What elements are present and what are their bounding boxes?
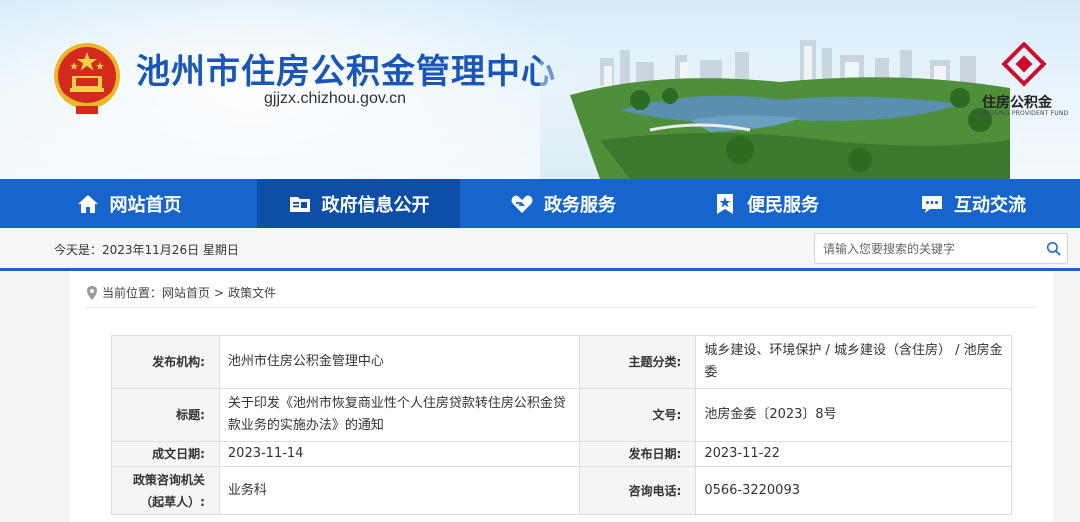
search-input[interactable] bbox=[823, 234, 1033, 263]
nav-item-label: 政府信息公开 bbox=[321, 194, 430, 216]
table-row: 成文日期: 2023-11-14 发布日期: 2023-11-22 bbox=[111, 441, 1012, 467]
brand-name: 住房公积金 bbox=[982, 95, 1052, 111]
breadcrumb: 当前位置： 网站首页 > 政策文件 bbox=[86, 284, 276, 301]
site-title: 池州市住房公积金管理中心 bbox=[136, 52, 556, 92]
breadcrumb-link-policy[interactable]: 政策文件 bbox=[228, 284, 276, 301]
city-lake-scenery-image bbox=[540, 0, 1010, 179]
current-date: 今天是：2023年11月26日 星期日 bbox=[54, 243, 239, 257]
nav-item-label: 网站首页 bbox=[109, 194, 182, 216]
nav-item-gov-service[interactable]: 政务服务 bbox=[460, 179, 666, 228]
search-icon[interactable] bbox=[1046, 241, 1061, 256]
consult-value: 业务科 bbox=[218, 466, 581, 515]
location-pin-icon bbox=[87, 285, 97, 300]
star-bookmark-icon bbox=[717, 193, 733, 214]
docno-value: 池房金委〔2023〕8号 bbox=[695, 388, 1012, 442]
housing-fund-logo-icon bbox=[1001, 42, 1047, 87]
topic-value: 城乡建设、环境保护 / 城乡建设（含住房） / 池房金委 bbox=[695, 335, 1012, 389]
breadcrumb-separator: > bbox=[214, 285, 225, 300]
nav-item-gov-info[interactable]: 政府信息公开 bbox=[257, 179, 460, 228]
published-date-value: 2023-11-22 bbox=[695, 441, 1012, 467]
title-label: 标题: bbox=[111, 388, 220, 442]
search-box bbox=[814, 233, 1068, 264]
docno-label: 文号: bbox=[579, 388, 697, 442]
chat-icon bbox=[922, 195, 942, 213]
nav-item-label: 互动交流 bbox=[954, 194, 1026, 216]
consult-label: 政策咨询机关 （起草人）: bbox=[111, 466, 220, 515]
consult-label-line2: （起草人）: bbox=[140, 494, 205, 509]
nav-item-home[interactable]: 网站首页 bbox=[0, 179, 257, 228]
table-row: 政策咨询机关 （起草人）: 业务科 咨询电话: 0566-3220093 bbox=[111, 466, 1012, 515]
consult-label-line1: 政策咨询机关 bbox=[132, 472, 205, 487]
publisher-label: 发布机构: bbox=[111, 335, 220, 389]
nav-item-interaction[interactable]: 互动交流 bbox=[866, 179, 1080, 228]
document-meta-table: 发布机构: 池州市住房公积金管理中心 主题分类: 城乡建设、环境保护 / 城乡建… bbox=[111, 335, 1012, 515]
nav-item-public-service[interactable]: 便民服务 bbox=[666, 179, 866, 228]
created-date-label: 成文日期: bbox=[111, 441, 220, 467]
table-row: 发布机构: 池州市住房公积金管理中心 主题分类: 城乡建设、环境保护 / 城乡建… bbox=[111, 335, 1012, 389]
nav-item-label: 便民服务 bbox=[747, 194, 819, 216]
heart-hand-icon bbox=[511, 195, 533, 213]
breadcrumb-link-home[interactable]: 网站首页 bbox=[162, 284, 210, 301]
header-banner: 池州市住房公积金管理中心 gjjzx.chizhou.gov.cn 住房公积金 … bbox=[0, 0, 1080, 179]
topic-label: 主题分类: bbox=[579, 335, 697, 389]
phone-label: 咨询电话: bbox=[579, 466, 697, 515]
created-date-value: 2023-11-14 bbox=[218, 441, 581, 467]
nav-item-label: 政务服务 bbox=[544, 194, 616, 216]
phone-value: 0566-3220093 bbox=[695, 466, 1012, 515]
home-icon bbox=[77, 194, 98, 213]
breadcrumb-divider bbox=[86, 307, 1036, 308]
publisher-value: 池州市住房公积金管理中心 bbox=[218, 335, 581, 389]
site-domain: gjjzx.chizhou.gov.cn bbox=[264, 90, 406, 107]
national-emblem-icon bbox=[54, 43, 120, 114]
info-card-icon bbox=[289, 196, 310, 212]
main-nav: 网站首页 政府信息公开 政务服务 便民服务 互动交流 bbox=[0, 179, 1080, 228]
breadcrumb-prefix: 当前位置： bbox=[102, 286, 163, 300]
title-value: 关于印发《池州市恢复商业性个人住房贷款转住房公积金贷款业务的实施办法》的通知 bbox=[218, 388, 581, 442]
table-row: 标题: 关于印发《池州市恢复商业性个人住房贷款转住房公积金贷款业务的实施办法》的… bbox=[111, 388, 1012, 442]
published-date-label: 发布日期: bbox=[579, 441, 697, 467]
brand-subtitle: HOUSING PROVIDENT FUND bbox=[980, 110, 1069, 117]
